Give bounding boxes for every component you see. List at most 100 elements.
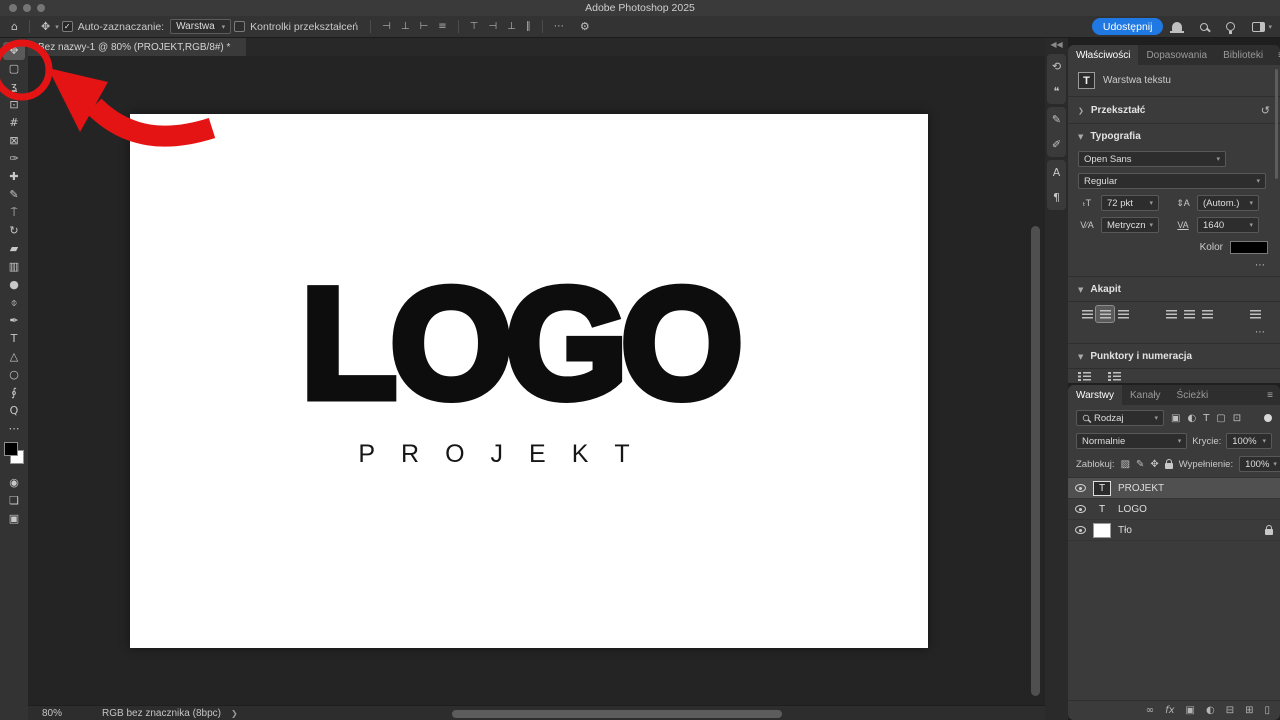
delete-layer-icon[interactable]: ▯ [1264,705,1270,716]
layer-styles-icon[interactable]: fx [1165,705,1174,716]
justify-last-left-button[interactable] [1162,306,1180,322]
align-right-edges-icon[interactable]: ⊢ [415,21,434,32]
capture-share-button[interactable]: ▣ [0,510,28,528]
zoom-window-button[interactable] [37,4,45,12]
text-color-swatch[interactable] [1230,241,1268,254]
layer-row-projekt[interactable]: T PROJEKT [1068,478,1280,499]
panel-scrollbar[interactable] [1275,69,1278,179]
chevron-down-icon[interactable]: ▾ [55,23,59,31]
typography-more-options-icon[interactable]: ⋯ [1068,257,1280,276]
filter-pixel-layers-icon[interactable]: ▣ [1171,413,1180,424]
rotate-view-tool[interactable]: ∮ [0,384,28,402]
align-left-edges-icon[interactable]: ⊣ [377,21,396,32]
foreground-color-swatch[interactable] [4,442,18,456]
edit-toolbar-button[interactable]: ⋯ [0,420,28,438]
paragraph-more-options-icon[interactable]: ⋯ [1068,324,1280,343]
gear-icon[interactable]: ⚙ [575,20,595,33]
frame-tool[interactable]: ⊠ [0,132,28,150]
background-layer-thumbnail[interactable] [1093,522,1111,538]
numbered-list-icon[interactable] [1108,372,1121,381]
add-layer-mask-icon[interactable]: ▣ [1186,705,1195,716]
paragraph-panel-icon[interactable]: ¶ [1053,192,1060,203]
canvas-viewport[interactable]: LOGO PROJEKT [28,56,1045,705]
lock-position-icon[interactable]: ✥ [1150,459,1158,470]
filter-adjustment-layers-icon[interactable]: ◐ [1187,413,1196,424]
align-text-right-button[interactable] [1114,306,1132,322]
layer-row-tlo[interactable]: Tło [1068,520,1280,541]
share-button[interactable]: Udostępnij [1091,18,1164,35]
blur-tool[interactable]: ● [0,276,28,294]
filter-type-layers-icon[interactable]: T [1203,413,1209,424]
tab-kanaly[interactable]: Kanały [1122,385,1169,405]
align-text-center-button[interactable] [1095,305,1115,323]
bullet-list-icon[interactable] [1078,372,1091,381]
chevron-down-icon[interactable]: ▾ [1268,23,1272,31]
font-family-dropdown[interactable]: Open Sans ▾ [1078,151,1226,167]
panel-menu-icon[interactable]: ≡ [1260,385,1280,405]
justify-last-right-button[interactable] [1198,306,1216,322]
filter-smart-objects-icon[interactable]: ⊡ [1233,413,1241,424]
type-tool[interactable]: T [0,330,28,348]
reset-transform-icon[interactable]: ↺ [1261,104,1270,117]
status-chevron-icon[interactable]: ❯ [231,709,238,718]
transform-section-header[interactable]: ❯ Przekształć ↺ [1068,97,1280,124]
transform-controls-checkbox[interactable] [234,21,246,32]
discover-lightbulb-icon[interactable] [1226,22,1236,34]
lock-transparency-icon[interactable]: ▨ [1121,459,1130,470]
vertical-scrollbar[interactable] [1031,226,1040,696]
align-top-edges-icon[interactable]: ⊤ [465,21,484,32]
align-vertical-centers-icon[interactable]: ⊣ [483,21,502,32]
leading-dropdown[interactable]: (Autom.) ▾ [1197,195,1259,211]
layer-filter-dropdown[interactable]: Rodzaj ▾ [1076,410,1164,426]
pen-tool[interactable]: ✒ [0,312,28,330]
lock-paint-icon[interactable]: ✎ [1136,459,1144,470]
layer-name[interactable]: PROJEKT [1118,483,1164,494]
move-tool[interactable]: ✥ [3,42,25,60]
kerning-dropdown[interactable]: Metryczn ▾ [1101,217,1159,233]
align-horizontal-centers-icon[interactable]: ⊥ [396,21,415,32]
move-tool-preset-icon[interactable]: ✥ [36,20,55,33]
distribute-horizontal-icon[interactable]: ≡ [433,21,451,32]
healing-brush-tool[interactable]: ✚ [0,168,28,186]
distribute-vertical-icon[interactable]: ∥ [521,21,536,32]
new-group-icon[interactable]: ⊟ [1226,705,1234,716]
minimize-window-button[interactable] [23,4,31,12]
font-style-dropdown[interactable]: Regular ▾ [1078,173,1266,189]
comments-panel-icon[interactable]: ❝ [1054,86,1060,97]
bullets-section-header[interactable]: ▼ Punktory i numeracja [1068,343,1280,369]
paragraph-section-header[interactable]: ▼ Akapit [1068,276,1280,302]
justify-last-center-button[interactable] [1180,306,1198,322]
document-canvas[interactable]: LOGO PROJEKT [130,114,928,648]
blend-mode-dropdown[interactable]: Normalnie ▾ [1076,433,1188,449]
close-window-button[interactable] [9,4,17,12]
justify-all-button[interactable] [1246,306,1264,322]
tracking-dropdown[interactable]: 1640 ▾ [1197,217,1259,233]
quick-mask-button[interactable]: ◉ [0,474,28,492]
more-options-icon[interactable]: ⋯ [549,21,569,32]
history-panel-icon[interactable]: ⟲ [1052,61,1061,72]
brushes-panel-icon[interactable]: ✐ [1052,139,1061,150]
gradient-tool[interactable]: ▥ [0,258,28,276]
workspace-switcher-icon[interactable] [1252,21,1266,32]
dodge-tool[interactable]: ⌽ [0,294,28,312]
filter-shape-layers-icon[interactable]: ▢ [1216,413,1225,424]
ellipse-tool[interactable]: ○ [0,366,28,384]
font-size-dropdown[interactable]: 72 pkt ▾ [1101,195,1159,211]
align-bottom-edges-icon[interactable]: ⊥ [502,21,521,32]
tab-warstwy[interactable]: Warstwy [1068,385,1122,405]
new-layer-icon[interactable]: ⊞ [1245,705,1253,716]
eyedropper-tool[interactable]: ✑ [0,150,28,168]
lasso-tool[interactable]: ʓ [0,78,28,96]
zoom-level[interactable]: 80% [42,708,62,719]
search-icon[interactable] [1200,22,1209,31]
layer-name[interactable]: Tło [1118,525,1132,536]
text-layer-thumbnail[interactable]: T [1093,502,1111,517]
zoom-tool[interactable]: Q [0,402,28,420]
rectangular-marquee-tool[interactable]: ▢ [0,60,28,78]
horizontal-scrollbar[interactable] [452,710,782,718]
tab-sciezki[interactable]: Ścieżki [1169,385,1217,405]
screen-mode-button[interactable]: ❏ [0,492,28,510]
history-brush-tool[interactable]: ↻ [0,222,28,240]
brush-tool[interactable]: ✎ [0,186,28,204]
character-panel-icon[interactable]: A [1053,167,1061,178]
